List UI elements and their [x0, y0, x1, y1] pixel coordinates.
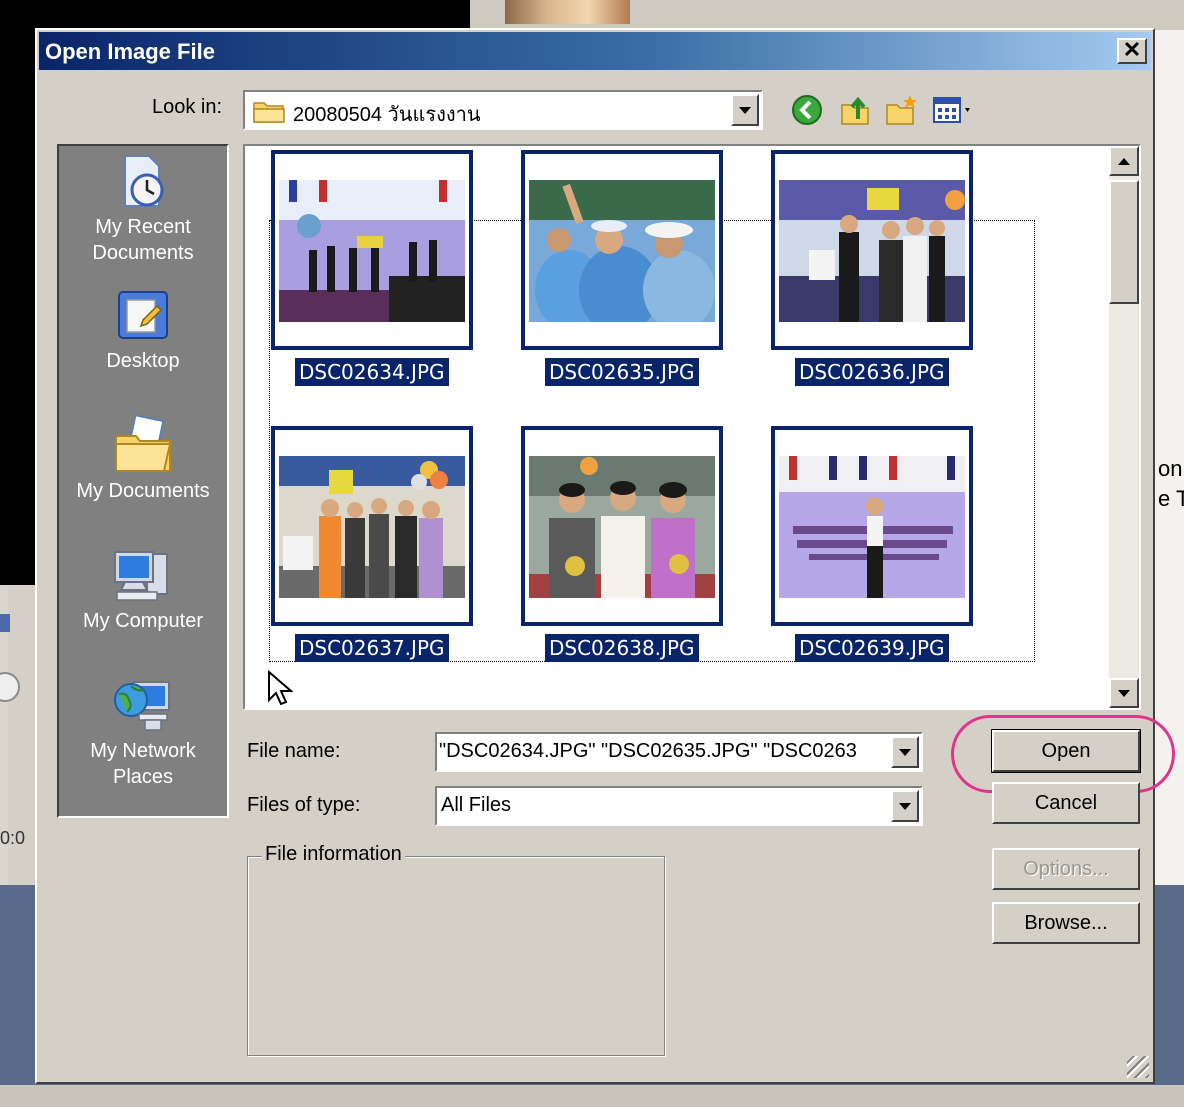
up-folder-button[interactable]	[837, 92, 873, 128]
folder-icon	[253, 102, 285, 123]
file-list-view[interactable]: DSC02634.JPG DSC02635.JPG DSC02636.JPG D…	[243, 144, 1141, 710]
files-of-type-label: Files of type:	[247, 794, 361, 816]
file-name-label: DSC02634.JPG	[295, 358, 449, 386]
background-status-strip	[0, 1085, 1184, 1107]
file-thumbnail[interactable]: DSC02636.JPG	[771, 150, 1021, 390]
photo-three-people	[529, 456, 715, 598]
file-list-scrollbar[interactable]	[1109, 146, 1139, 708]
file-thumbnail[interactable]: DSC02639.JPG	[771, 426, 1021, 666]
background-photo	[505, 0, 630, 24]
cancel-button[interactable]: Cancel	[992, 782, 1140, 824]
place-label: My Network Places	[90, 740, 196, 788]
views-menu-icon	[933, 97, 970, 123]
place-my-documents[interactable]: My Documents	[59, 414, 227, 504]
place-label: My Computer	[82, 610, 204, 632]
photo-group-with-balloons	[279, 456, 465, 598]
file-name-label: DSC02636.JPG	[795, 358, 949, 386]
back-button[interactable]	[789, 92, 825, 128]
file-thumbnail[interactable]: DSC02635.JPG	[521, 150, 771, 390]
thumbnail-frame	[771, 150, 973, 350]
browse-button[interactable]: Browse...	[992, 902, 1140, 944]
place-my-network-places[interactable]: My Network Places	[59, 674, 227, 790]
file-thumbnail[interactable]: DSC02637.JPG	[271, 426, 521, 666]
scroll-down-button[interactable]	[1109, 678, 1139, 708]
background-right-text: on e T	[1158, 456, 1184, 511]
mouse-cursor-icon	[268, 670, 293, 706]
photo-booth-group	[779, 180, 965, 322]
place-desktop[interactable]: Desktop	[59, 286, 227, 374]
places-bar: My Recent Documents Desktop My Documents	[57, 144, 229, 818]
photo-stage-event	[279, 180, 465, 322]
open-image-file-dialog: Open Image File ✕ Look in: 20080504 วันแ…	[35, 28, 1175, 1084]
recent-documents-icon	[124, 155, 164, 207]
file-name-label: DSC02638.JPG	[545, 634, 699, 662]
file-thumbnail[interactable]: DSC02634.JPG	[271, 150, 521, 390]
background-play-button	[0, 672, 20, 702]
background-time-label: 0:0	[0, 828, 26, 848]
thumbnail-frame	[271, 150, 473, 350]
place-label: My Documents	[76, 480, 210, 502]
file-name-label: DSC02637.JPG	[295, 634, 449, 662]
file-name-label: DSC02635.JPG	[545, 358, 699, 386]
place-label: Desktop	[106, 350, 180, 372]
background-left-bar	[0, 614, 10, 632]
photo-crowd-blue-shirts	[529, 180, 715, 322]
file-information-label: File information	[262, 843, 405, 866]
dialog-titlebar[interactable]: Open Image File ✕	[39, 32, 1151, 70]
file-name-field-label: File name:	[247, 740, 341, 762]
file-name-input[interactable]: "DSC02634.JPG" "DSC02635.JPG" "DSC0263	[435, 732, 923, 772]
up-folder-icon	[841, 96, 869, 125]
place-label: My Recent Documents	[92, 216, 194, 264]
place-my-computer[interactable]: My Computer	[59, 544, 227, 634]
file-name-value: "DSC02634.JPG" "DSC02635.JPG" "DSC0263	[439, 740, 857, 762]
look-in-dropdown[interactable]: 20080504 วันแรงงาน	[243, 90, 763, 130]
place-my-recent-documents[interactable]: My Recent Documents	[59, 152, 227, 266]
new-folder-button[interactable]	[883, 92, 919, 128]
new-folder-icon	[886, 95, 917, 125]
close-button[interactable]: ✕	[1117, 38, 1147, 64]
thumbnail-frame	[521, 150, 723, 350]
resize-grip[interactable]	[1127, 1056, 1149, 1078]
my-computer-icon	[114, 551, 168, 601]
files-of-type-value: All Files	[441, 794, 512, 816]
thumbnail-frame	[521, 426, 723, 626]
photo-speaker-on-stage	[779, 456, 965, 598]
dialog-title: Open Image File	[45, 39, 215, 64]
views-menu-button[interactable]	[931, 92, 977, 128]
network-places-icon	[114, 681, 170, 731]
close-icon: ✕	[1122, 37, 1142, 62]
scroll-up-button[interactable]	[1109, 146, 1139, 176]
back-icon	[792, 95, 822, 125]
file-name-dropdown-arrow[interactable]	[891, 736, 919, 768]
my-documents-icon	[115, 414, 172, 472]
file-information-group: File information	[247, 843, 665, 1056]
look-in-value: 20080504 วันแรงงาน	[293, 104, 481, 126]
file-thumbnail[interactable]: DSC02638.JPG	[521, 426, 771, 666]
look-in-label: Look in:	[152, 96, 223, 118]
thumbnail-frame	[271, 426, 473, 626]
file-name-label: DSC02639.JPG	[795, 634, 949, 662]
options-button[interactable]: Options...	[992, 848, 1140, 890]
scroll-thumb[interactable]	[1109, 180, 1139, 304]
desktop-icon	[118, 291, 168, 339]
files-of-type-dropdown-arrow[interactable]	[891, 790, 919, 822]
look-in-dropdown-arrow[interactable]	[731, 94, 759, 126]
thumbnail-frame	[771, 426, 973, 626]
files-of-type-dropdown[interactable]: All Files	[435, 786, 923, 826]
